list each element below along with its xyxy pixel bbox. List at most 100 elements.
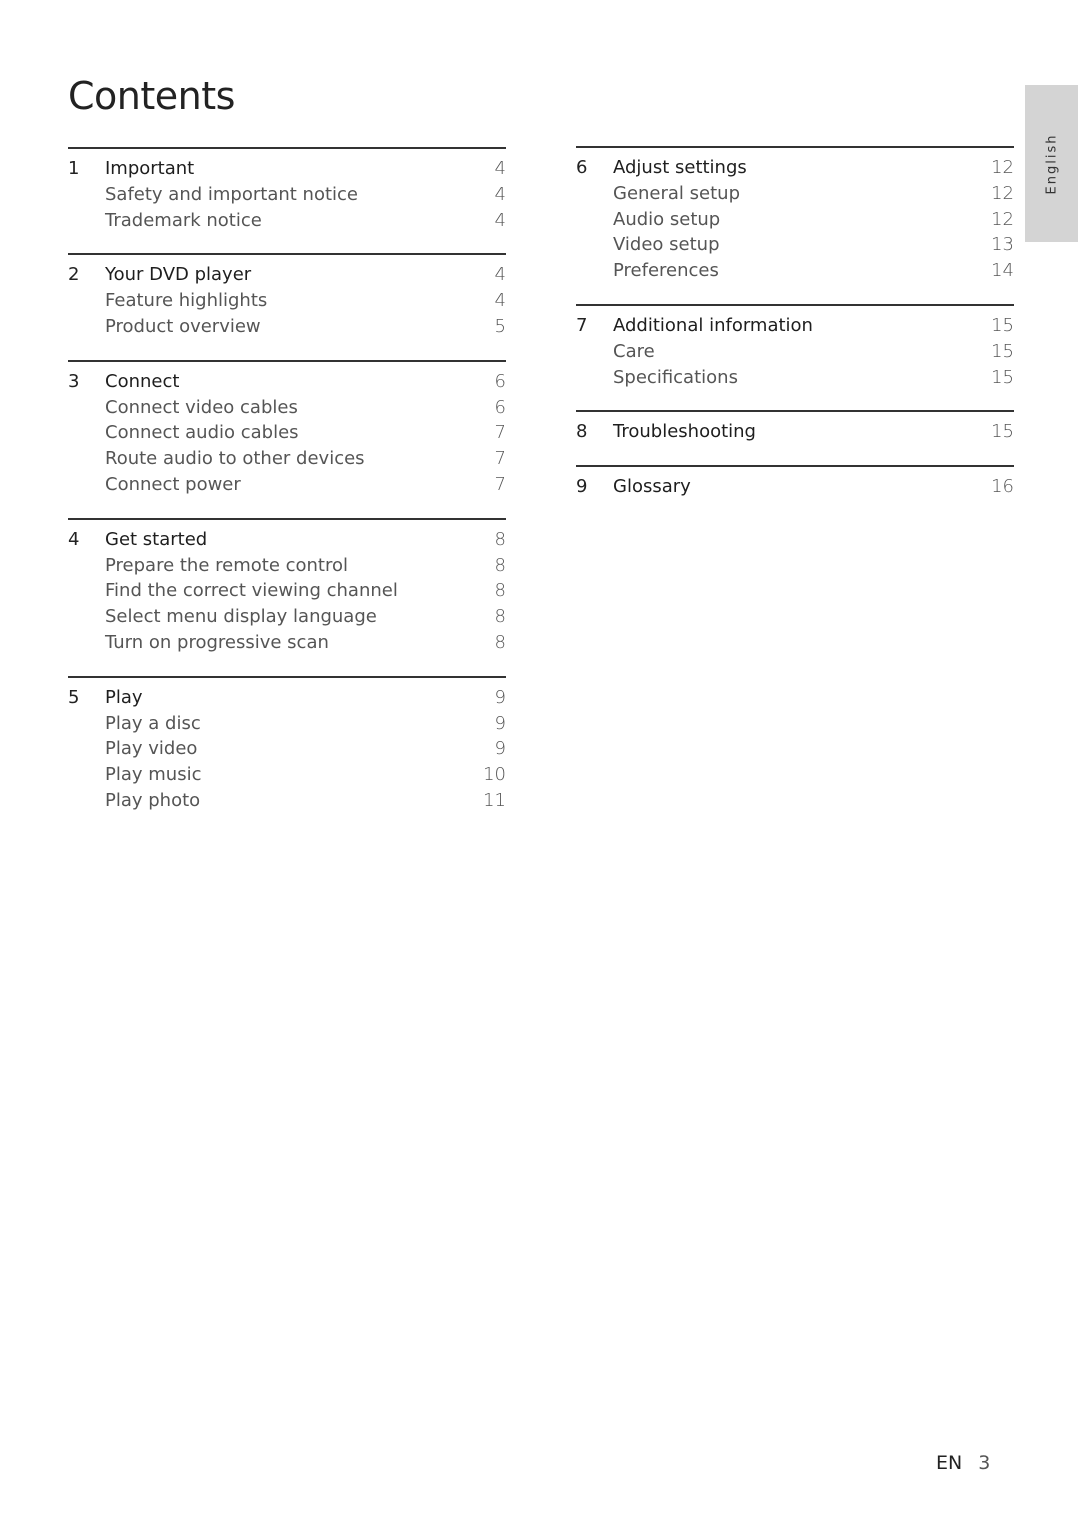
subsection-title: Play video <box>105 738 198 760</box>
chapter-number: 2 <box>68 264 80 286</box>
subsection-title: Find the correct viewing channel <box>105 580 398 602</box>
toc-chapter-entry[interactable]: 8 Troubleshooting 15 <box>576 419 1014 445</box>
subsection-page-number: 12 <box>991 208 1014 230</box>
language-tab: English <box>1025 85 1078 242</box>
toc-chapter-entry[interactable]: 7 Additional information 15 <box>576 313 1014 339</box>
chapter-page-number: 6 <box>494 370 506 392</box>
toc-subsection-entry[interactable]: General setup 12 <box>576 181 1014 207</box>
toc-subsection-entry[interactable]: Find the correct viewing channel 8 <box>68 578 506 604</box>
subsection-page-number: 11 <box>483 789 506 811</box>
toc-subsection-entry[interactable]: Route audio to other devices 7 <box>68 446 506 472</box>
footer-language-code: EN <box>936 1452 963 1474</box>
chapter-number: 5 <box>68 686 80 708</box>
chapter-number: 6 <box>576 157 588 178</box>
subsection-page-number: 5 <box>494 315 506 337</box>
toc-subsection-entry[interactable]: Trademark notice 4 <box>68 208 506 234</box>
subsection-title: General setup <box>613 182 741 204</box>
toc-column-right: 6 Adjust settings 12 General setup 12 Audio s… <box>576 146 1014 520</box>
toc-chapter-entry[interactable]: 1 Important 4 <box>68 156 506 182</box>
toc-subsection-entry[interactable]: Video setup 13 <box>576 232 1014 258</box>
toc-chapter-entry[interactable]: 5 Play 9 <box>68 685 506 711</box>
subsection-title: Prepare the remote control <box>105 554 349 576</box>
subsection-page-number: 15 <box>991 366 1014 388</box>
toc-section: 4 Get started 8 Prepare the remote control 8… <box>68 517 506 676</box>
subsection-title: Connect power <box>105 473 241 495</box>
chapter-title: Adjust settings <box>613 157 747 178</box>
subsection-page-number: 8 <box>494 606 506 628</box>
subsection-page-number: 7 <box>494 448 506 470</box>
subsection-title: Preferences <box>613 260 719 282</box>
toc-subsection-entry[interactable]: Select menu display language 8 <box>68 604 506 630</box>
chapter-page-number: 4 <box>494 158 506 179</box>
chapter-page-number: 15 <box>991 314 1014 336</box>
chapter-title: Troubleshooting <box>613 421 756 443</box>
subsection-page-number: 10 <box>483 764 506 786</box>
toc-chapter-entry[interactable]: 2 Your DVD player 4 <box>68 262 506 288</box>
subsection-page-number: 9 <box>494 712 506 734</box>
subsection-page-number: 8 <box>494 554 506 576</box>
toc-section: 3 Connect 6 Connect video cables 6 Connect au… <box>68 359 506 518</box>
subsection-title: Video setup <box>613 234 720 256</box>
toc-subsection-entry[interactable]: Connect video cables 6 <box>68 395 506 421</box>
toc-subsection-entry[interactable]: Play music 10 <box>68 762 506 788</box>
toc-subsection-entry[interactable]: Preferences 14 <box>576 258 1014 284</box>
chapter-page-number: 8 <box>494 528 506 550</box>
subsection-page-number: 7 <box>494 422 506 444</box>
subsection-page-number: 4 <box>494 183 506 205</box>
chapter-page-number: 15 <box>991 421 1014 443</box>
toc-subsection-entry[interactable]: Play video 9 <box>68 736 506 762</box>
chapter-title: Your DVD player <box>105 264 252 286</box>
subsection-title: Turn on progressive scan <box>105 631 329 653</box>
subsection-title: Play photo <box>105 789 201 811</box>
toc-section: 6 Adjust settings 12 General setup 12 Audio s… <box>576 146 1014 304</box>
chapter-title: Connect <box>105 370 180 392</box>
chapter-number: 8 <box>576 421 588 443</box>
subsection-page-number: 9 <box>494 738 506 760</box>
toc-subsection-entry[interactable]: Connect audio cables 7 <box>68 420 506 446</box>
toc-subsection-entry[interactable]: Feature highlights 4 <box>68 288 506 314</box>
page-footer: EN 3 <box>936 1452 990 1474</box>
subsection-title: Connect video cables <box>105 396 298 418</box>
footer-page-number: 3 <box>978 1452 991 1474</box>
chapter-title: Important <box>105 158 195 179</box>
toc-subsection-entry[interactable]: Play photo 11 <box>68 788 506 814</box>
toc-subsection-entry[interactable]: Product overview 5 <box>68 314 506 340</box>
chapter-number: 4 <box>68 528 80 550</box>
toc-subsection-entry[interactable]: Connect power 7 <box>68 472 506 498</box>
chapter-number: 1 <box>68 158 80 179</box>
subsection-page-number: 4 <box>494 209 506 231</box>
language-tab-label: English <box>1044 133 1059 194</box>
toc-subsection-entry[interactable]: Safety and important notice 4 <box>68 182 506 208</box>
subsection-title: Product overview <box>105 315 261 337</box>
toc-chapter-entry[interactable]: 3 Connect 6 <box>68 369 506 395</box>
toc-chapter-entry[interactable]: 9 Glossary 16 <box>576 474 1014 500</box>
toc-subsection-entry[interactable]: Turn on progressive scan 8 <box>68 630 506 656</box>
subsection-page-number: 8 <box>494 580 506 602</box>
subsection-title: Connect audio cables <box>105 422 299 444</box>
subsection-title: Safety and important notice <box>105 183 358 205</box>
toc-section: 2 Your DVD player 4 Feature highlights 4 Prod… <box>68 253 506 359</box>
toc-column-left: 1 Important 4 Safety and important notice 4 T… <box>68 147 506 834</box>
toc-chapter-entry[interactable]: 6 Adjust settings 12 <box>576 155 1014 181</box>
subsection-title: Trademark notice <box>105 209 262 231</box>
chapter-page-number: 4 <box>494 264 506 286</box>
toc-section: 1 Important 4 Safety and important notice 4 T… <box>68 147 506 253</box>
toc-subsection-entry[interactable]: Prepare the remote control 8 <box>68 553 506 579</box>
subsection-page-number: 7 <box>494 473 506 495</box>
chapter-title: Get started <box>105 528 208 550</box>
subsection-title: Play music <box>105 764 202 786</box>
toc-chapter-entry[interactable]: 4 Get started 8 <box>68 527 506 553</box>
toc-subsection-entry[interactable]: Care 15 <box>576 339 1014 365</box>
subsection-title: Feature highlights <box>105 290 268 312</box>
chapter-page-number: 12 <box>991 157 1014 178</box>
toc-section: 8 Troubleshooting 15 <box>576 410 1014 465</box>
chapter-page-number: 16 <box>991 476 1014 498</box>
subsection-title: Route audio to other devices <box>105 448 365 470</box>
toc-subsection-entry[interactable]: Audio setup 12 <box>576 207 1014 233</box>
chapter-number: 3 <box>68 370 80 392</box>
chapter-title: Play <box>105 686 143 708</box>
subsection-page-number: 8 <box>494 631 506 653</box>
toc-subsection-entry[interactable]: Play a disc 9 <box>68 711 506 737</box>
subsection-page-number: 6 <box>494 396 506 418</box>
toc-subsection-entry[interactable]: Specifications 15 <box>576 365 1014 391</box>
